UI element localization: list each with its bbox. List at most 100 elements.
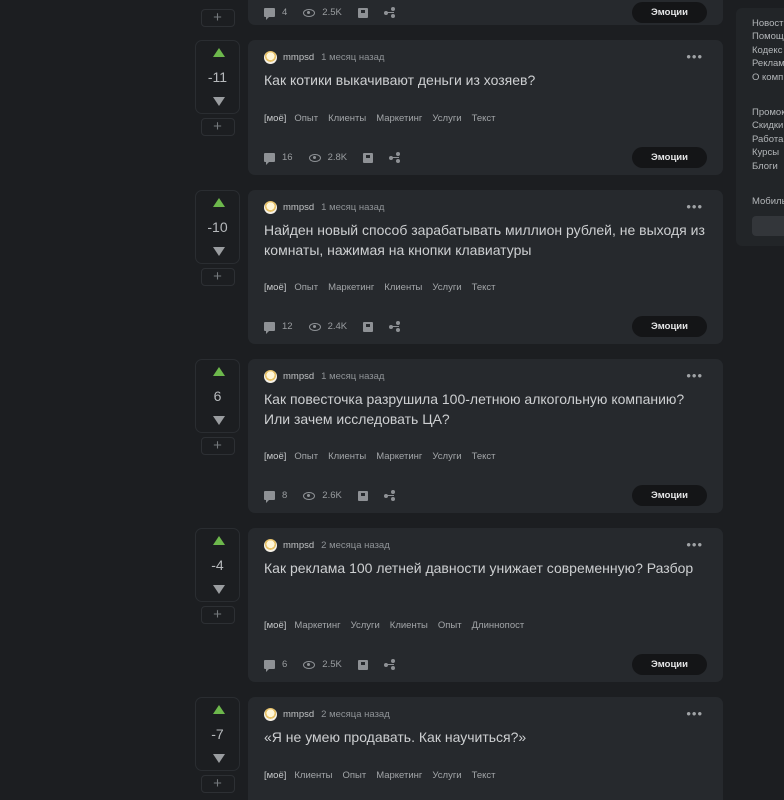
more-icon[interactable]: ••• — [686, 368, 703, 383]
author-name[interactable]: mmpsd — [283, 371, 314, 382]
save-icon[interactable] — [357, 659, 368, 670]
tag[interactable]: Маркетинг — [328, 282, 374, 293]
post-title[interactable]: «Я не умею продавать. Как научиться?» — [264, 727, 709, 747]
sidebar-link[interactable]: Новост — [752, 18, 783, 29]
comment-count[interactable]: 8 — [282, 490, 287, 501]
tag[interactable]: Услуги — [432, 113, 461, 124]
save-icon[interactable] — [363, 152, 374, 163]
save-icon[interactable] — [357, 490, 368, 501]
plus-icon[interactable]: + — [200, 268, 235, 286]
avatar[interactable] — [264, 51, 277, 64]
sidebar-link[interactable]: О комп — [752, 72, 783, 83]
upvote-icon[interactable] — [213, 536, 225, 545]
tag[interactable]: Длиннопост — [472, 620, 525, 631]
downvote-icon[interactable] — [213, 97, 225, 106]
tag[interactable]: Маркетинг — [376, 113, 422, 124]
tag[interactable]: Опыт — [294, 282, 318, 293]
sidebar-link[interactable]: Блоги — [752, 161, 778, 172]
comment-count[interactable]: 12 — [282, 321, 293, 332]
sidebar-link[interactable]: Работа — [752, 134, 783, 145]
post-time[interactable]: 2 месяца назад — [321, 540, 390, 551]
emotions-button[interactable]: Эмоции — [632, 485, 707, 506]
share-icon[interactable] — [383, 659, 395, 670]
comment-count[interactable]: 16 — [282, 152, 293, 163]
emotions-button[interactable]: Эмоции — [632, 316, 707, 337]
upvote-icon[interactable] — [213, 198, 225, 207]
downvote-icon[interactable] — [213, 585, 225, 594]
plus-icon[interactable]: + — [200, 118, 235, 136]
comment-icon[interactable] — [264, 660, 275, 672]
post-title[interactable]: Как реклама 100 летней давности унижает … — [264, 558, 709, 578]
tag[interactable]: Услуги — [432, 770, 461, 781]
author-name[interactable]: mmpsd — [283, 709, 314, 720]
upvote-icon[interactable] — [213, 48, 225, 57]
save-icon[interactable] — [357, 7, 368, 18]
tag[interactable]: [моё] — [264, 620, 286, 631]
author-name[interactable]: mmpsd — [283, 52, 314, 63]
more-icon[interactable]: ••• — [686, 49, 703, 64]
tag[interactable]: Маркетинг — [294, 620, 340, 631]
sidebar-link[interactable]: Промок — [752, 107, 784, 118]
share-icon[interactable] — [383, 490, 395, 501]
avatar[interactable] — [264, 370, 277, 383]
tag[interactable]: Текст — [472, 451, 496, 462]
tag[interactable]: Клиенты — [384, 282, 422, 293]
sidebar-link[interactable]: Помощ — [752, 31, 784, 42]
tag[interactable]: Опыт — [342, 770, 366, 781]
tag[interactable]: Услуги — [432, 451, 461, 462]
plus-icon[interactable]: + — [200, 775, 235, 793]
downvote-icon[interactable] — [213, 247, 225, 256]
tag[interactable]: Услуги — [351, 620, 380, 631]
upvote-icon[interactable] — [213, 705, 225, 714]
post-time[interactable]: 1 месяц назад — [321, 371, 384, 382]
tag[interactable]: Клиенты — [294, 770, 332, 781]
post-time[interactable]: 1 месяц назад — [321, 52, 384, 63]
tag[interactable]: Маркетинг — [376, 451, 422, 462]
comment-icon[interactable] — [264, 8, 275, 20]
tag[interactable]: Опыт — [294, 451, 318, 462]
emotions-button[interactable]: Эмоции — [632, 2, 707, 23]
downvote-icon[interactable] — [213, 754, 225, 763]
tag[interactable]: Клиенты — [390, 620, 428, 631]
comment-icon[interactable] — [264, 322, 275, 334]
post-title[interactable]: Найден новый способ зарабатывать миллион… — [264, 220, 709, 260]
more-icon[interactable]: ••• — [686, 706, 703, 721]
sidebar-link[interactable]: Скидки — [752, 120, 783, 131]
downvote-icon[interactable] — [213, 416, 225, 425]
tag[interactable]: Опыт — [294, 113, 318, 124]
tag[interactable]: Маркетинг — [376, 770, 422, 781]
more-icon[interactable]: ••• — [686, 199, 703, 214]
post-title[interactable]: Как котики выкачивают деньги из хозяев? — [264, 70, 709, 90]
tag[interactable]: [моё] — [264, 282, 286, 293]
plus-icon[interactable]: + — [200, 9, 235, 27]
tag[interactable]: [моё] — [264, 113, 286, 124]
comment-count[interactable]: 4 — [282, 7, 287, 18]
avatar[interactable] — [264, 539, 277, 552]
avatar[interactable] — [264, 708, 277, 721]
tag[interactable]: Текст — [472, 282, 496, 293]
save-icon[interactable] — [363, 321, 374, 332]
emotions-button[interactable]: Эмоции — [632, 147, 707, 168]
post-title[interactable]: Как повесточка разрушила 100-летнюю алко… — [264, 389, 709, 429]
post-time[interactable]: 2 месяца назад — [321, 709, 390, 720]
comment-icon[interactable] — [264, 491, 275, 503]
tag[interactable]: Текст — [472, 113, 496, 124]
tag[interactable]: [моё] — [264, 451, 286, 462]
tag[interactable]: [моё] — [264, 770, 286, 781]
plus-icon[interactable]: + — [200, 437, 235, 455]
share-icon[interactable] — [383, 7, 395, 18]
post-time[interactable]: 1 месяц назад — [321, 202, 384, 213]
tag[interactable]: Опыт — [438, 620, 462, 631]
tag[interactable]: Клиенты — [328, 451, 366, 462]
plus-icon[interactable]: + — [200, 606, 235, 624]
avatar[interactable] — [264, 201, 277, 214]
author-name[interactable]: mmpsd — [283, 540, 314, 551]
emotions-button[interactable]: Эмоции — [632, 654, 707, 675]
more-icon[interactable]: ••• — [686, 537, 703, 552]
sidebar-link[interactable]: Кодекс — [752, 45, 782, 56]
comment-count[interactable]: 6 — [282, 659, 287, 670]
comment-icon[interactable] — [264, 153, 275, 165]
author-name[interactable]: mmpsd — [283, 202, 314, 213]
mobile-app-button[interactable] — [752, 216, 784, 236]
tag[interactable]: Клиенты — [328, 113, 366, 124]
